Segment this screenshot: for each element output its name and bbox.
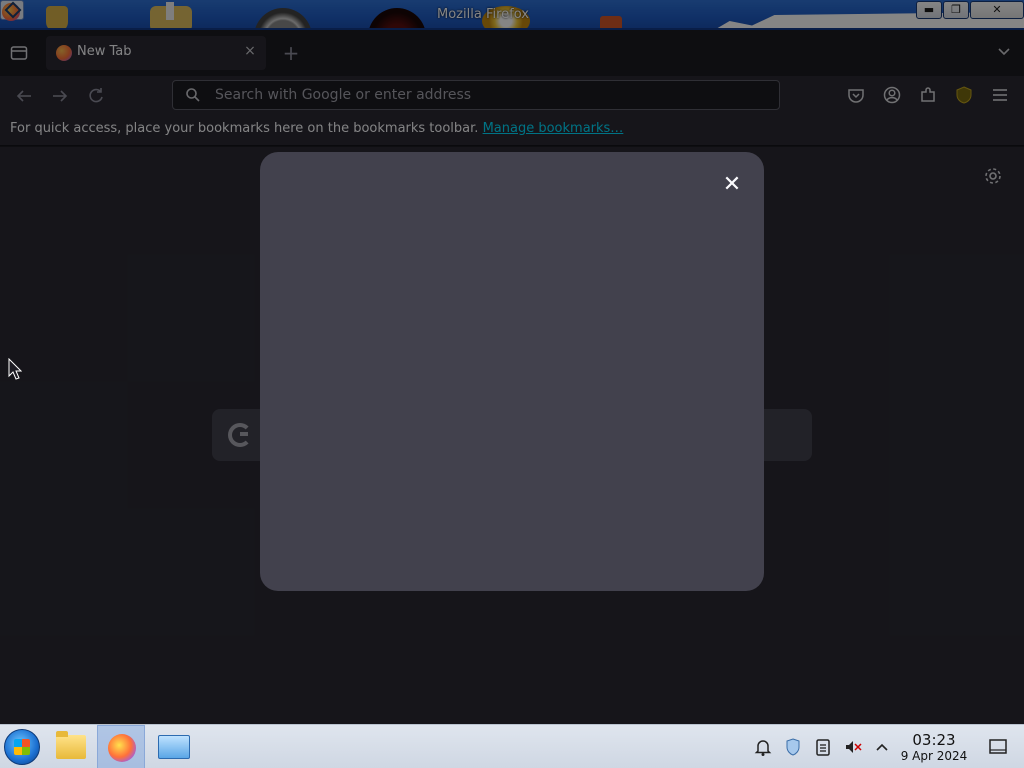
start-button[interactable]: [4, 729, 40, 765]
taskbar: 03:23 9 Apr 2024: [0, 724, 1024, 768]
taskbar-clock[interactable]: 03:23 9 Apr 2024: [898, 731, 970, 764]
clock-date: 9 Apr 2024: [900, 749, 968, 763]
modal-dialog: [260, 152, 764, 591]
notification-bell-icon[interactable]: [753, 737, 773, 757]
security-shield-icon[interactable]: [783, 737, 803, 757]
control-panel-icon: [158, 735, 190, 759]
taskbar-control-panel[interactable]: [149, 725, 197, 768]
mouse-pointer-icon: [8, 358, 22, 380]
taskbar-firefox[interactable]: [97, 725, 145, 768]
folder-icon: [56, 731, 86, 759]
firefox-icon: [108, 734, 136, 762]
taskbar-file-manager[interactable]: [48, 725, 96, 768]
clipboard-icon[interactable]: [813, 737, 833, 757]
chevron-up-icon[interactable]: [872, 737, 892, 757]
volume-muted-icon[interactable]: [843, 737, 863, 757]
modal-close-button[interactable]: ✕: [720, 173, 744, 197]
clock-time: 03:23: [912, 731, 956, 749]
show-desktop-icon[interactable]: [988, 738, 1008, 756]
